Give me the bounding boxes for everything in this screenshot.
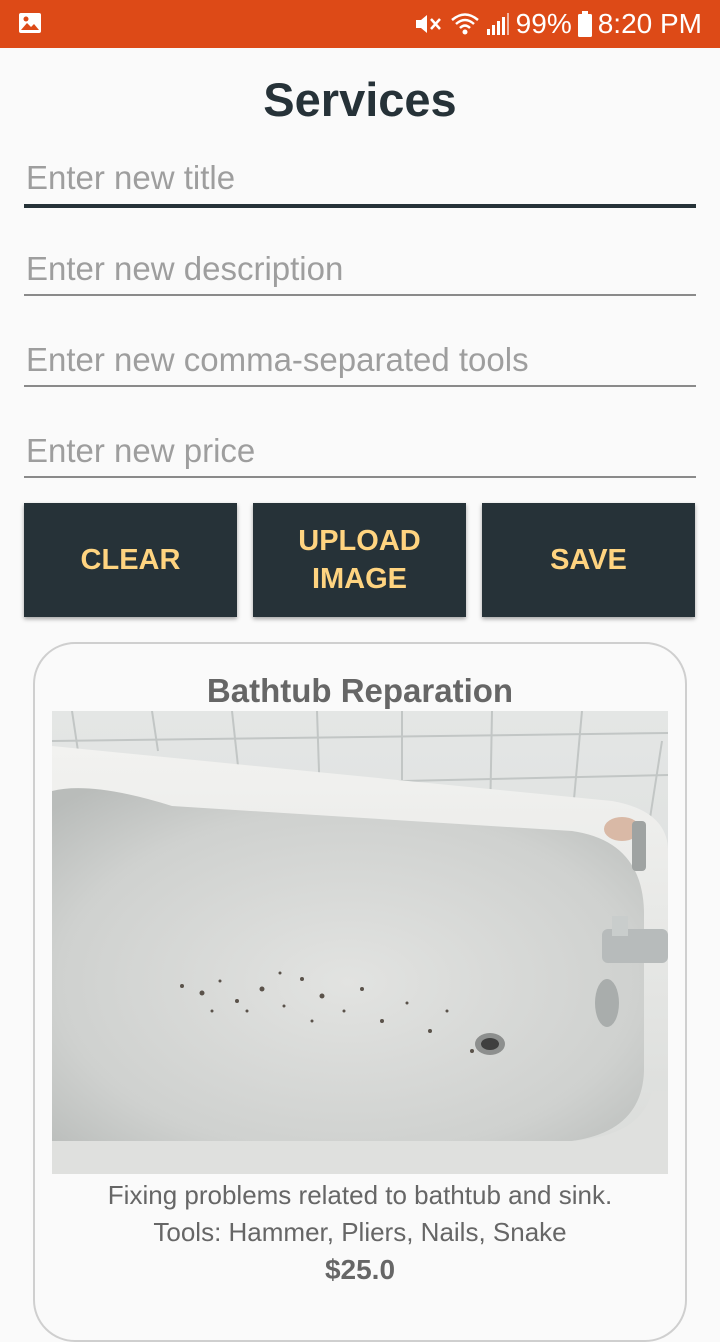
title-input-underline bbox=[24, 204, 696, 208]
signal-icon bbox=[486, 12, 510, 36]
service-card-image bbox=[52, 711, 668, 1174]
status-icons: 99% 8:20 PM bbox=[414, 0, 702, 48]
service-card-tools: Tools: Hammer, Pliers, Nails, Snake bbox=[153, 1217, 567, 1247]
title-input[interactable] bbox=[24, 156, 696, 200]
tools-input-underline bbox=[24, 385, 696, 387]
wifi-icon bbox=[450, 11, 480, 37]
upload-image-button-label: UPLOAD IMAGE bbox=[298, 525, 421, 595]
service-card-title: Bathtub Reparation bbox=[206, 672, 514, 709]
description-input[interactable] bbox=[24, 247, 696, 291]
save-button-label: SAVE bbox=[550, 544, 627, 576]
price-input[interactable] bbox=[24, 429, 696, 473]
mute-icon bbox=[414, 11, 444, 37]
tools-input[interactable] bbox=[24, 338, 696, 382]
upload-image-button[interactable]: UPLOAD IMAGE bbox=[253, 503, 466, 617]
gallery-icon bbox=[18, 11, 42, 40]
clear-button-label: CLEAR bbox=[80, 544, 181, 576]
service-card-description: Fixing problems related to bathtub and s… bbox=[107, 1180, 613, 1210]
battery-icon bbox=[577, 11, 592, 37]
service-card[interactable]: Bathtub Reparation Fixing problems relat… bbox=[33, 642, 687, 1342]
description-input-underline bbox=[24, 294, 696, 296]
save-button[interactable]: SAVE bbox=[482, 503, 695, 617]
status-bar: 99% 8:20 PM bbox=[0, 0, 720, 48]
price-input-underline bbox=[24, 476, 696, 478]
clock: 8:20 PM bbox=[597, 8, 702, 39]
page-title: Services bbox=[263, 73, 457, 126]
service-card-price: $25.0 bbox=[324, 1254, 396, 1285]
battery-percent: 99% bbox=[515, 8, 572, 39]
clear-button[interactable]: CLEAR bbox=[24, 503, 237, 617]
